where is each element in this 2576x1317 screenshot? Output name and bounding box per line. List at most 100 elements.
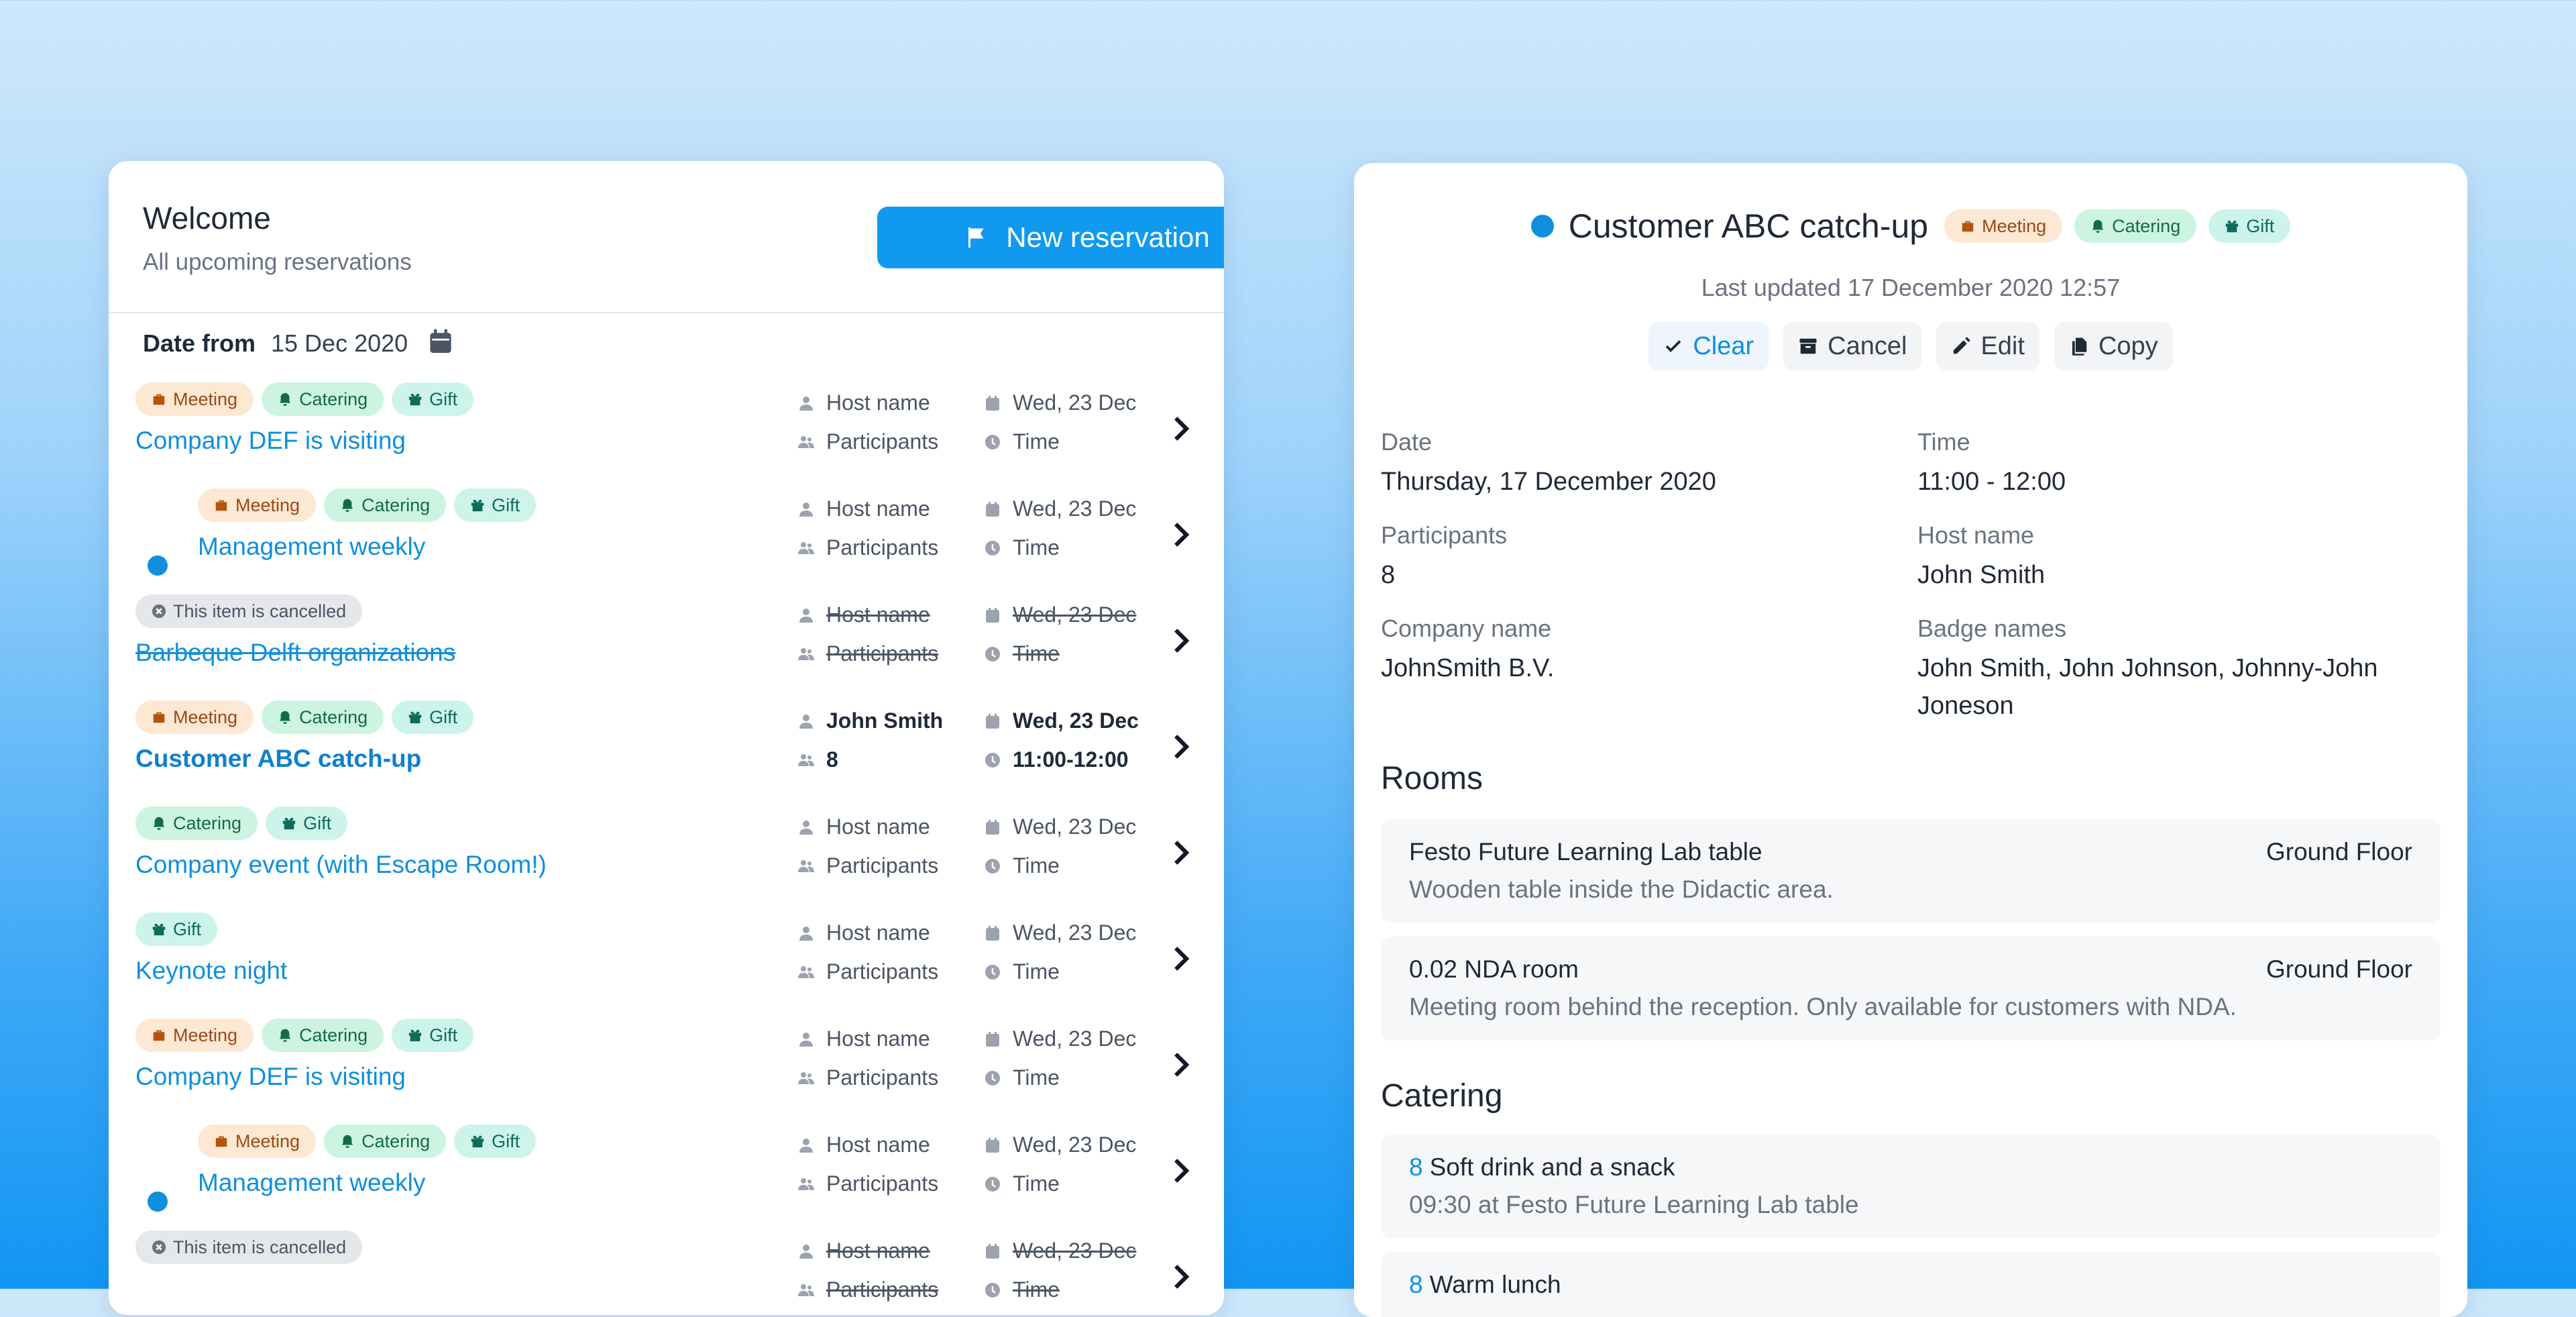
chevron-right-icon[interactable] — [1172, 839, 1192, 867]
calendar-icon — [986, 607, 999, 623]
row-time: Time — [1013, 641, 1060, 666]
calendar-icon — [986, 1031, 999, 1047]
person-icon — [799, 1032, 813, 1047]
participants-meta: Participants — [798, 1171, 938, 1196]
catering-card[interactable]: 8 Warm lunch — [1381, 1252, 2441, 1317]
reservation-row[interactable]: Meeting Catering Gift Company DEF is visiti… — [109, 382, 1224, 488]
chevron-right-icon[interactable] — [1172, 1263, 1192, 1291]
reservation-row[interactable]: Meeting Catering Gift Company DEF is visiti… — [109, 1018, 1224, 1124]
chevron-right-icon[interactable] — [1172, 521, 1192, 549]
calendar-icon — [986, 1137, 999, 1153]
clock-icon — [985, 434, 1000, 450]
reservation-row[interactable]: Gift Keynote night Host name Participants We… — [109, 912, 1224, 1018]
participants-meta: Participants — [798, 429, 938, 454]
date-meta: Wed, 23 Dec — [985, 708, 1139, 733]
catering-detail: 09:30 at Festo Future Learning Lab table — [1409, 1191, 1859, 1218]
room-card[interactable]: 0.02 NDA room Ground Floor Meeting room … — [1381, 937, 2441, 1041]
gift-icon — [408, 711, 422, 724]
reservation-title[interactable]: Keynote night — [135, 957, 287, 985]
participants-count: Participants — [826, 535, 939, 560]
cancel-button[interactable]: Cancel — [1783, 322, 1922, 370]
gift-icon — [471, 1135, 484, 1148]
reservation-title[interactable]: Customer ABC catch-up — [135, 745, 421, 773]
room-card[interactable]: Festo Future Learning Lab table Ground F… — [1381, 819, 2441, 923]
date-from-value[interactable]: 15 Dec 2020 — [271, 329, 408, 358]
tag-gift-label: Gift — [173, 918, 202, 939]
date-meta: Wed, 23 Dec — [985, 920, 1136, 945]
reservation-row[interactable]: This item is cancelled Barbeque Delft org… — [109, 594, 1224, 700]
reservation-title[interactable]: Company DEF is visiting — [135, 1063, 406, 1091]
tag-gift-label: Gift — [2246, 215, 2275, 236]
reservation-row[interactable]: Meeting Catering Gift Management weekly Host… — [109, 1124, 1224, 1230]
header-divider — [109, 312, 1224, 313]
host-meta: Host name — [798, 390, 930, 415]
tag-gift: Gift — [454, 488, 537, 522]
chevron-right-icon[interactable] — [1172, 733, 1192, 761]
reservation-row[interactable]: Meeting Catering Gift Management weekly Host… — [109, 488, 1224, 594]
bell-icon — [279, 1029, 291, 1043]
time-meta: Time — [985, 641, 1060, 666]
row-date: Wed, 23 Dec — [1013, 390, 1137, 415]
catering-item-name: Soft drink and a snack — [1429, 1153, 1675, 1181]
status-dot — [1530, 215, 1554, 238]
edit-button[interactable]: Edit — [1936, 322, 2039, 370]
reservation-row[interactable]: This item is cancelled Host name Participa… — [109, 1230, 1224, 1315]
people-icon — [798, 1071, 814, 1084]
row-time: 11:00-12:00 — [1013, 747, 1129, 772]
cancel-circle-icon — [152, 604, 166, 619]
tag-gift: Gift — [392, 700, 474, 734]
cancel-circle-icon — [152, 1240, 166, 1255]
participants-meta: Participants — [798, 959, 938, 984]
reservation-row[interactable]: Meeting Catering Gift Customer ABC catch-up… — [109, 700, 1224, 806]
host-name: Host name — [826, 390, 930, 415]
host-name: Host name — [826, 1132, 930, 1157]
date-value: Thursday, 17 December 2020 — [1381, 468, 1716, 496]
tag-gift: Gift — [135, 912, 218, 946]
calendar-icon — [986, 1243, 999, 1259]
time-meta: Time — [985, 1065, 1060, 1090]
briefcase-icon — [215, 500, 227, 511]
calendar-icon — [986, 713, 999, 729]
time-value: 11:00 - 12:00 — [1917, 468, 2066, 496]
new-reservation-button[interactable]: New reservation — [877, 207, 1224, 268]
catering-card[interactable]: 8 Soft drink and a snack 09:30 at Festo F… — [1381, 1135, 2441, 1239]
chevron-right-icon[interactable] — [1172, 1051, 1192, 1079]
calendar-icon[interactable] — [429, 329, 452, 354]
reservation-title[interactable]: Management weekly — [198, 1169, 425, 1197]
briefcase-icon — [153, 394, 165, 405]
detail-actions: Clear Cancel Edit Copy — [1354, 322, 2467, 370]
tag-gift-label: Gift — [492, 494, 520, 515]
host-meta: Host name — [798, 814, 930, 839]
page-subtitle: All upcoming reservations — [143, 249, 412, 275]
edit-label: Edit — [1980, 331, 2025, 360]
tag-cancelled-label: This item is cancelled — [173, 600, 347, 621]
chevron-right-icon[interactable] — [1172, 1157, 1192, 1185]
people-icon — [798, 1177, 814, 1190]
host-meta: Host name — [798, 1132, 930, 1157]
gift-icon — [152, 923, 166, 936]
chevron-right-icon[interactable] — [1172, 945, 1192, 973]
clear-button[interactable]: Clear — [1648, 322, 1769, 370]
bell-icon — [279, 392, 291, 407]
tag-cancelled: This item is cancelled — [135, 594, 363, 628]
reservation-title[interactable]: Management weekly — [198, 533, 425, 561]
reservation-title[interactable]: Company DEF is visiting — [135, 427, 406, 455]
reservation-title[interactable]: Barbeque Delft organizations — [135, 639, 455, 667]
tag-gift-label: Gift — [303, 812, 332, 833]
date-meta: Wed, 23 Dec — [985, 602, 1136, 627]
chevron-right-icon[interactable] — [1172, 627, 1192, 655]
company-label: Company name — [1381, 615, 1552, 642]
room-desc: Meeting room behind the reception. Only … — [1409, 993, 2237, 1020]
people-icon — [798, 753, 814, 766]
calendar-icon — [986, 395, 999, 411]
tag-cancelled: This item is cancelled — [135, 1230, 363, 1264]
tag-meeting-label: Meeting — [235, 494, 300, 515]
row-date: Wed, 23 Dec — [1013, 1239, 1137, 1263]
catering-qty: 8 — [1409, 1271, 1423, 1298]
host-name: Host name — [826, 1026, 930, 1051]
row-time: Time — [1013, 535, 1060, 560]
copy-button[interactable]: Copy — [2054, 322, 2173, 370]
reservation-title[interactable]: Company event (with Escape Room!) — [135, 851, 547, 879]
chevron-right-icon[interactable] — [1172, 415, 1192, 443]
reservation-row[interactable]: Catering Gift Company event (with Escape R… — [109, 806, 1224, 912]
